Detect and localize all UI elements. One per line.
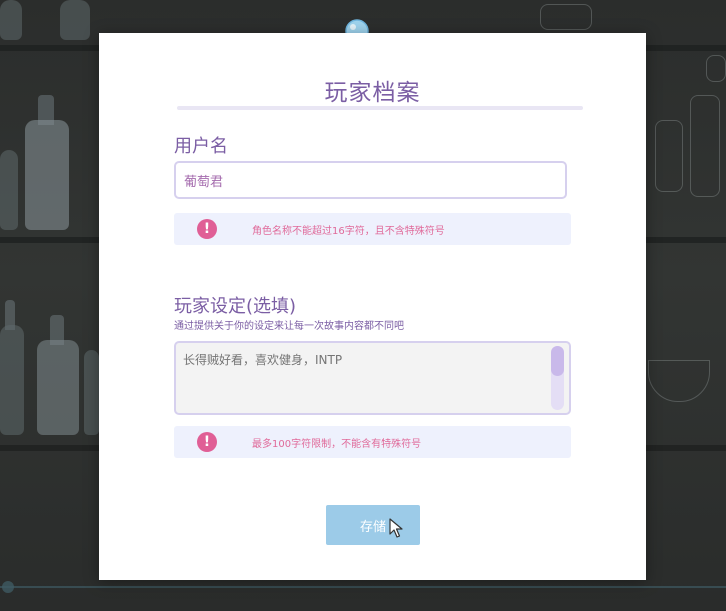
bottle-icon xyxy=(25,120,69,230)
bottle-icon xyxy=(84,350,99,435)
chalk-glass-icon xyxy=(648,360,710,402)
settings-textarea-box xyxy=(174,341,571,415)
chalk-bottle-icon xyxy=(690,95,720,197)
chalk-jar-icon xyxy=(540,4,592,30)
chalk-shape-icon xyxy=(706,55,726,82)
textarea-scroll-thumb[interactable] xyxy=(551,346,564,376)
bottle-icon xyxy=(37,340,79,435)
save-button[interactable]: 存储 xyxy=(326,505,420,545)
settings-sublabel: 通过提供关于你的设定来让每一次故事内容都不同吧 xyxy=(174,321,404,332)
settings-textarea[interactable] xyxy=(176,343,546,413)
floor-line xyxy=(0,586,726,588)
chalk-cup-icon xyxy=(655,120,683,192)
settings-hint: ! 最多100字符限制，不能含有特殊符号 xyxy=(174,426,571,458)
bottle-icon xyxy=(0,0,22,40)
bottle-icon xyxy=(60,0,90,40)
exclamation-icon: ! xyxy=(197,219,217,239)
floor-dot xyxy=(2,581,14,593)
title-underline xyxy=(177,106,583,110)
settings-hint-text: 最多100字符限制，不能含有特殊符号 xyxy=(252,439,422,450)
exclamation-icon: ! xyxy=(197,432,217,452)
username-hint-text: 角色名称不能超过16字符，且不含特殊符号 xyxy=(252,226,445,237)
username-label: 用户名 xyxy=(174,136,228,157)
settings-label: 玩家设定(选填) xyxy=(174,296,297,317)
bottle-icon xyxy=(0,150,18,230)
dialog-title: 玩家档案 xyxy=(324,80,421,106)
username-input[interactable] xyxy=(174,161,567,199)
username-hint: ! 角色名称不能超过16字符，且不含特殊符号 xyxy=(174,213,571,245)
player-profile-dialog: 玩家档案 用户名 ! 角色名称不能超过16字符，且不含特殊符号 玩家设定(选填)… xyxy=(99,33,646,580)
mouse-cursor-icon xyxy=(389,518,403,538)
bottle-icon xyxy=(0,325,24,435)
